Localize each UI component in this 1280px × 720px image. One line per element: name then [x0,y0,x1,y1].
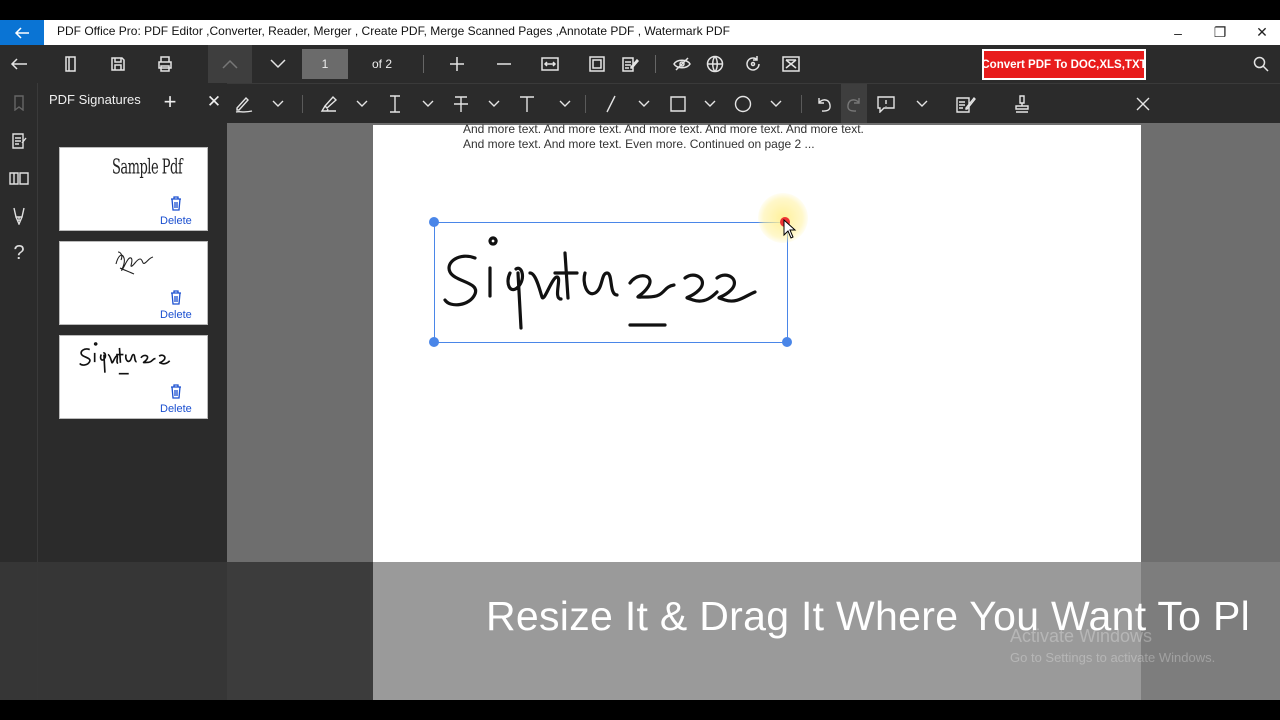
next-page-chevron-icon[interactable] [264,45,292,83]
chevron-down-icon[interactable] [417,84,439,124]
chevron-down-icon[interactable] [267,84,289,124]
previous-page-button[interactable] [208,45,252,83]
strikethrough-icon[interactable] [449,84,473,124]
window-title: PDF Office Pro: PDF Editor ,Converter, R… [57,24,730,38]
mouse-cursor-icon [783,219,797,239]
app-screen: PDF Office Pro: PDF Editor ,Converter, R… [0,0,1280,720]
annotations-list-icon[interactable] [0,126,38,156]
caption-band [0,562,373,720]
fit-page-icon[interactable] [583,45,611,83]
watermark-icon[interactable] [777,45,805,83]
hide-annotations-icon[interactable] [668,45,696,83]
main-toolbar: 1 of 2 Convert PDF To DOC,XLS,TXT [0,45,1280,83]
signature-scribble [115,251,154,275]
delete-link[interactable]: Delete [160,403,192,415]
signature-card[interactable]: Delete [59,335,208,419]
edit-notes-icon[interactable] [616,45,644,83]
form-edit-icon[interactable] [954,84,978,124]
ellipse-tool-icon[interactable] [732,84,754,124]
document-text: And more text. And more text. And more t… [463,122,864,151]
back-arrow-icon[interactable] [0,20,44,45]
help-icon[interactable]: ? [0,238,38,268]
resize-handle[interactable] [782,337,792,347]
restore-button[interactable]: ❐ [1198,20,1242,45]
rotate-icon[interactable] [739,45,767,83]
minimize-button[interactable]: – [1156,20,1200,45]
chevron-down-icon[interactable] [765,84,787,124]
undo-icon[interactable] [813,84,835,124]
panel-title: PDF Signatures [49,92,141,107]
highlighter-icon[interactable] [317,84,341,124]
signature-preview-drawing [79,342,171,375]
toolbar-divider [585,95,586,113]
page-count-label: of 2 [372,57,393,71]
bottom-letterbox [0,700,1280,720]
bookmark-icon[interactable] [0,88,38,118]
freehand-pen-icon[interactable] [232,84,256,124]
page-number-input[interactable]: 1 [302,49,348,79]
signature-card[interactable]: Delete [59,241,208,325]
zoom-in-icon[interactable] [443,45,471,83]
add-signature-button[interactable]: + [159,88,181,116]
search-icon[interactable] [1248,45,1274,83]
text-tool-icon[interactable] [515,84,539,124]
trash-icon[interactable] [168,383,184,399]
save-icon[interactable] [103,45,133,83]
open-file-icon[interactable] [56,45,86,83]
signature-card[interactable]: Sample Pdf Delete [59,147,208,231]
globe-icon[interactable] [701,45,729,83]
chevron-down-icon[interactable] [554,84,576,124]
trash-icon[interactable] [168,195,184,211]
resize-handle[interactable] [429,337,439,347]
line-tool-icon[interactable] [600,84,622,124]
close-panel-button[interactable]: ✕ [203,88,225,116]
close-toolbar-icon[interactable] [1131,84,1155,124]
trash-icon[interactable] [168,289,184,305]
fit-width-icon[interactable] [536,45,564,83]
toolbar-divider [655,55,656,73]
caption-band [1141,562,1280,720]
convert-pdf-button[interactable]: Convert PDF To DOC,XLS,TXT [982,49,1146,80]
signature-selection-box[interactable] [429,217,792,347]
delete-link[interactable]: Delete [160,215,192,227]
title-bar: PDF Office Pro: PDF Editor ,Converter, R… [0,20,1280,45]
print-icon[interactable] [150,45,180,83]
rectangle-tool-icon[interactable] [667,84,689,124]
zoom-out-icon[interactable] [490,45,518,83]
placed-signature [443,236,757,330]
toolbar-divider [801,95,802,113]
delete-link[interactable]: Delete [160,309,192,321]
pages-view-icon[interactable] [0,163,38,193]
chevron-down-icon[interactable] [633,84,655,124]
top-letterbox [0,0,1280,20]
chevron-down-icon[interactable] [911,84,933,124]
pen-signature-icon[interactable] [0,201,38,231]
text-cursor-icon[interactable] [383,84,407,124]
annotation-toolbar [227,83,1280,124]
close-window-button[interactable]: ✕ [1240,20,1280,45]
toolbar-divider [302,95,303,113]
redo-icon[interactable] [841,84,867,124]
stamp-icon[interactable] [1011,84,1033,124]
chevron-down-icon[interactable] [351,84,373,124]
signature-preview: Sample Pdf [112,156,183,180]
toolbar-divider [423,55,424,73]
video-caption: Resize It & Drag It Where You Want To Pl [486,593,1251,639]
activate-windows-subtext: Go to Settings to activate Windows. [1010,650,1216,665]
back-icon[interactable] [4,45,34,83]
chevron-down-icon[interactable] [483,84,505,124]
comment-icon[interactable] [874,84,898,124]
resize-handle[interactable] [429,217,439,227]
chevron-down-icon[interactable] [699,84,721,124]
